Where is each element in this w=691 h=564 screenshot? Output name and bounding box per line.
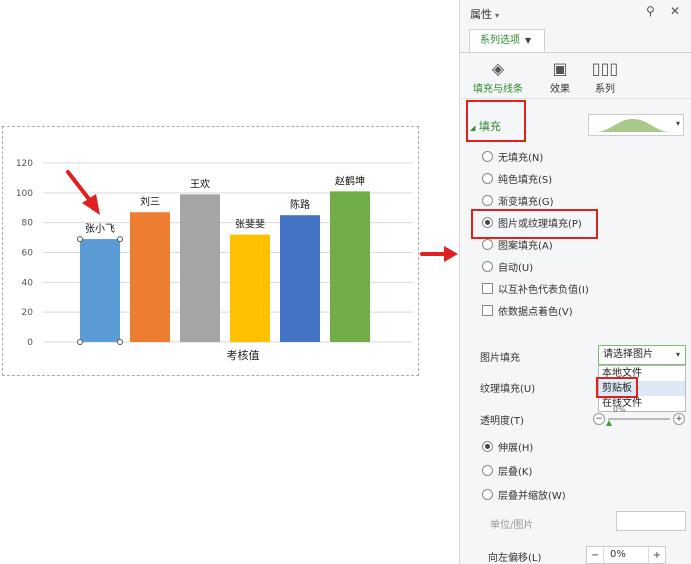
app-stage: 0 20 40 60 80 100 120 张小飞 刘三 王欢 张斐斐 陈路 赵鹤坤 考核值 属性 ▾ ⚲ … — [0, 0, 691, 564]
arrow-to-first-bar — [66, 170, 100, 215]
arrow-to-panel — [420, 246, 458, 262]
annotation-arrows — [66, 170, 458, 262]
